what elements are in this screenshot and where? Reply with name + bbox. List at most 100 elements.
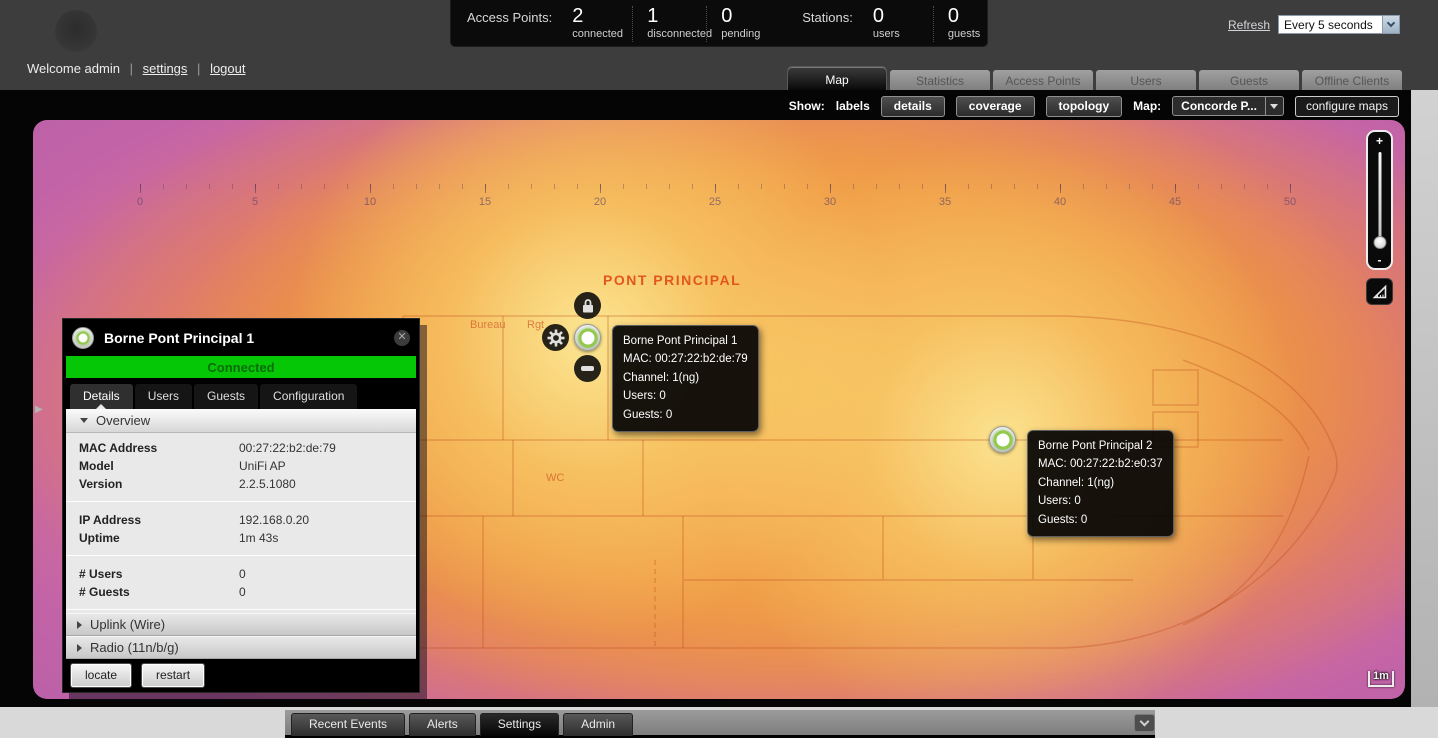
details-toggle-button[interactable]: details [881,96,945,117]
collapse-closed-icon [77,644,82,652]
detail-row: Uptime 1m 43s [66,529,416,547]
panel-tab-guests[interactable]: Guests [194,384,258,409]
remove-icon[interactable] [574,355,601,382]
stat-connected: 2 connected [558,6,632,42]
ap-detail-panel: Borne Pont Principal 1 ✕ Connected Detai… [62,318,420,693]
stat-guests: 0 guests [933,6,1007,42]
map-toolbar: Show: labels details coverage topology M… [789,94,1399,118]
locate-button[interactable]: locate [71,664,131,687]
ruler-label: 50 [1284,196,1296,208]
measure-tool-button[interactable] [1366,278,1393,305]
access-point-marker-1[interactable] [574,324,601,351]
ap-tooltip-users: Users: 0 [1038,492,1163,510]
ap-tooltip-users: Users: 0 [623,387,748,405]
show-label: Show: [789,99,825,113]
refresh-controls: Refresh Every 5 seconds [1228,15,1400,34]
tab-users[interactable]: Users [1096,70,1196,92]
lock-icon[interactable] [574,292,601,319]
main-nav-tabs: Map Statistics Access Points Users Guest… [787,66,1402,92]
ap-tooltip-guests: Guests: 0 [1038,511,1163,529]
ap-panel-body: Overview MAC Address 00:27:22:b2:de:79 M… [66,409,416,659]
stat-disconnected: 1 disconnected [632,6,706,42]
overview-group-clients: # Users 0 # Guests 0 [66,559,416,606]
divider [66,555,416,556]
zoom-slider[interactable]: + - [1366,130,1393,270]
ap-tooltip-2: Borne Pont Principal 2 MAC: 00:27:22:b2:… [1027,430,1174,537]
floor-label-wc: WC [546,472,564,484]
restart-button[interactable]: restart [142,664,204,687]
ap-panel-footer: locate restart [66,659,416,692]
gear-icon[interactable] [542,324,569,351]
configure-maps-button[interactable]: configure maps [1295,96,1399,117]
floor-label-bureau: Bureau [470,319,505,331]
ap-tooltip-1: Borne Pont Principal 1 MAC: 00:27:22:b2:… [612,325,759,432]
detail-row: # Users 0 [66,565,416,583]
divider [66,501,416,502]
detail-row: Version 2.2.5.1080 [66,475,416,493]
ruler-label: 15 [479,196,491,208]
labels-toggle-button[interactable]: labels [836,99,870,113]
tab-guests[interactable]: Guests [1199,70,1299,92]
tab-offline-clients[interactable]: Offline Clients [1302,70,1402,92]
tab-statistics[interactable]: Statistics [890,70,990,92]
ruler-label: 0 [137,196,143,208]
zoom-in-button[interactable]: + [1368,134,1391,148]
ruler-label: 25 [709,196,721,208]
zoom-knob[interactable] [1373,236,1386,249]
tab-settings[interactable]: Settings [480,713,559,736]
divider [66,609,416,610]
access-points-label: Access Points: [467,10,552,25]
overview-group-network: IP Address 192.168.0.20 Uptime 1m 43s [66,505,416,552]
panel-tab-configuration[interactable]: Configuration [260,384,357,409]
ruler-label: 20 [594,196,606,208]
right-gutter [1411,90,1438,707]
bottom-area: Recent Events Alerts Settings Admin [0,707,1438,738]
coverage-toggle-button[interactable]: coverage [956,96,1035,117]
panel-tab-details[interactable]: Details [70,384,133,409]
uplink-section-header[interactable]: Uplink (Wire) [66,613,416,636]
zoom-track[interactable] [1378,152,1381,248]
panel-tab-users[interactable]: Users [135,384,192,409]
stat-users: 0 users [859,6,933,42]
close-icon[interactable]: ✕ [394,330,410,346]
deck-name-label: PONT PRINCIPAL [603,272,741,288]
ap-tooltip-title: Borne Pont Principal 1 [623,332,748,350]
detail-row: IP Address 192.168.0.20 [66,511,416,529]
welcome-text: Welcome admin [27,61,120,76]
panel-collapse-arrow-icon[interactable]: ▶ [35,404,43,415]
stations-label: Stations: [802,10,853,25]
tab-admin[interactable]: Admin [563,713,633,736]
overview-section-header[interactable]: Overview [66,409,416,433]
unifi-logo [55,10,97,52]
dropdown-arrow-icon[interactable] [1382,16,1399,33]
overview-group-identity: MAC Address 00:27:22:b2:de:79 Model UniF… [66,433,416,498]
settings-link[interactable]: settings [143,61,188,76]
ap-tooltip-channel: Channel: 1(ng) [1038,474,1163,492]
summary-stats-box: Access Points: 2 connected 1 disconnecte… [450,0,988,47]
radio-section-header[interactable]: Radio (11n/b/g) [66,636,416,659]
refresh-interval-select[interactable]: Every 5 seconds [1278,15,1400,34]
logout-link[interactable]: logout [210,61,245,76]
tab-map[interactable]: Map [787,66,887,92]
ruler-label: 30 [824,196,836,208]
tab-alerts[interactable]: Alerts [409,713,476,736]
ruler-label: 10 [364,196,376,208]
collapse-closed-icon [77,621,82,629]
tab-recent-events[interactable]: Recent Events [291,713,405,736]
welcome-row: Welcome admin | settings | logout [27,61,245,76]
map-select[interactable]: Concorde P... [1172,96,1284,116]
tab-access-points[interactable]: Access Points [993,70,1093,92]
collapse-bar-chevron-icon[interactable] [1134,714,1155,732]
map-select-arrow-icon[interactable] [1265,97,1283,115]
topology-toggle-button[interactable]: topology [1046,96,1123,117]
refresh-link[interactable]: Refresh [1228,18,1270,32]
ap-tooltip-guests: Guests: 0 [623,406,748,424]
detail-row: # Guests 0 [66,583,416,601]
ap-tooltip-mac: MAC: 00:27:22:b2:de:79 [623,350,748,368]
ap-tooltip-title: Borne Pont Principal 2 [1038,437,1163,455]
ap-panel-header: Borne Pont Principal 1 ✕ [66,319,416,356]
zoom-out-button[interactable]: - [1368,253,1391,267]
ruler-minor-ticks [140,184,1297,189]
access-point-marker-2[interactable] [989,426,1016,453]
detail-row: Model UniFi AP [66,457,416,475]
